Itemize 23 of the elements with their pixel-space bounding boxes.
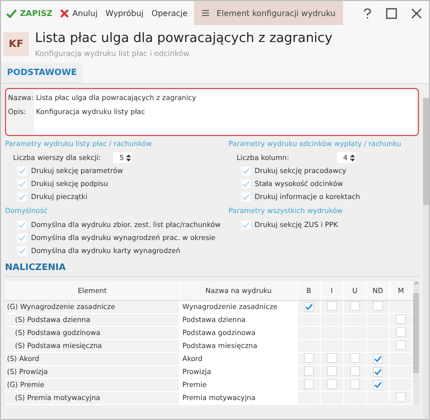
app-badge: KF	[3, 32, 29, 56]
scroll-up-icon[interactable]	[414, 281, 418, 285]
maximize-icon[interactable]	[386, 8, 397, 18]
toolbar-button[interactable]: Wypróbuj	[102, 3, 147, 23]
menu-icon	[202, 10, 209, 16]
section-heading: NALICZENIA	[5, 263, 419, 277]
spinner-arrows-icon[interactable]	[350, 154, 355, 162]
scrollbar[interactable]	[413, 281, 419, 405]
help-icon[interactable]	[363, 8, 372, 18]
checkbox[interactable]	[372, 380, 383, 390]
context-tab[interactable]: Element konfiguracji wydruku	[194, 1, 344, 25]
scrollbar[interactable]	[423, 98, 429, 419]
checkbox[interactable]	[304, 302, 314, 312]
check-icon	[6, 8, 17, 18]
toolbar-button[interactable]: Operacje	[148, 3, 191, 23]
checkbox[interactable]	[372, 366, 383, 376]
cancel-button[interactable]: Anuluj	[57, 3, 101, 23]
tab[interactable]: PODSTAWOWE	[1, 63, 83, 83]
checkbox[interactable]	[372, 354, 383, 364]
close-icon	[60, 8, 70, 18]
window-title: Lista płac ulga dla powracających z zagranicy	[35, 30, 332, 46]
close-icon[interactable]	[411, 8, 422, 18]
spinner-arrows-icon[interactable]	[126, 154, 131, 162]
